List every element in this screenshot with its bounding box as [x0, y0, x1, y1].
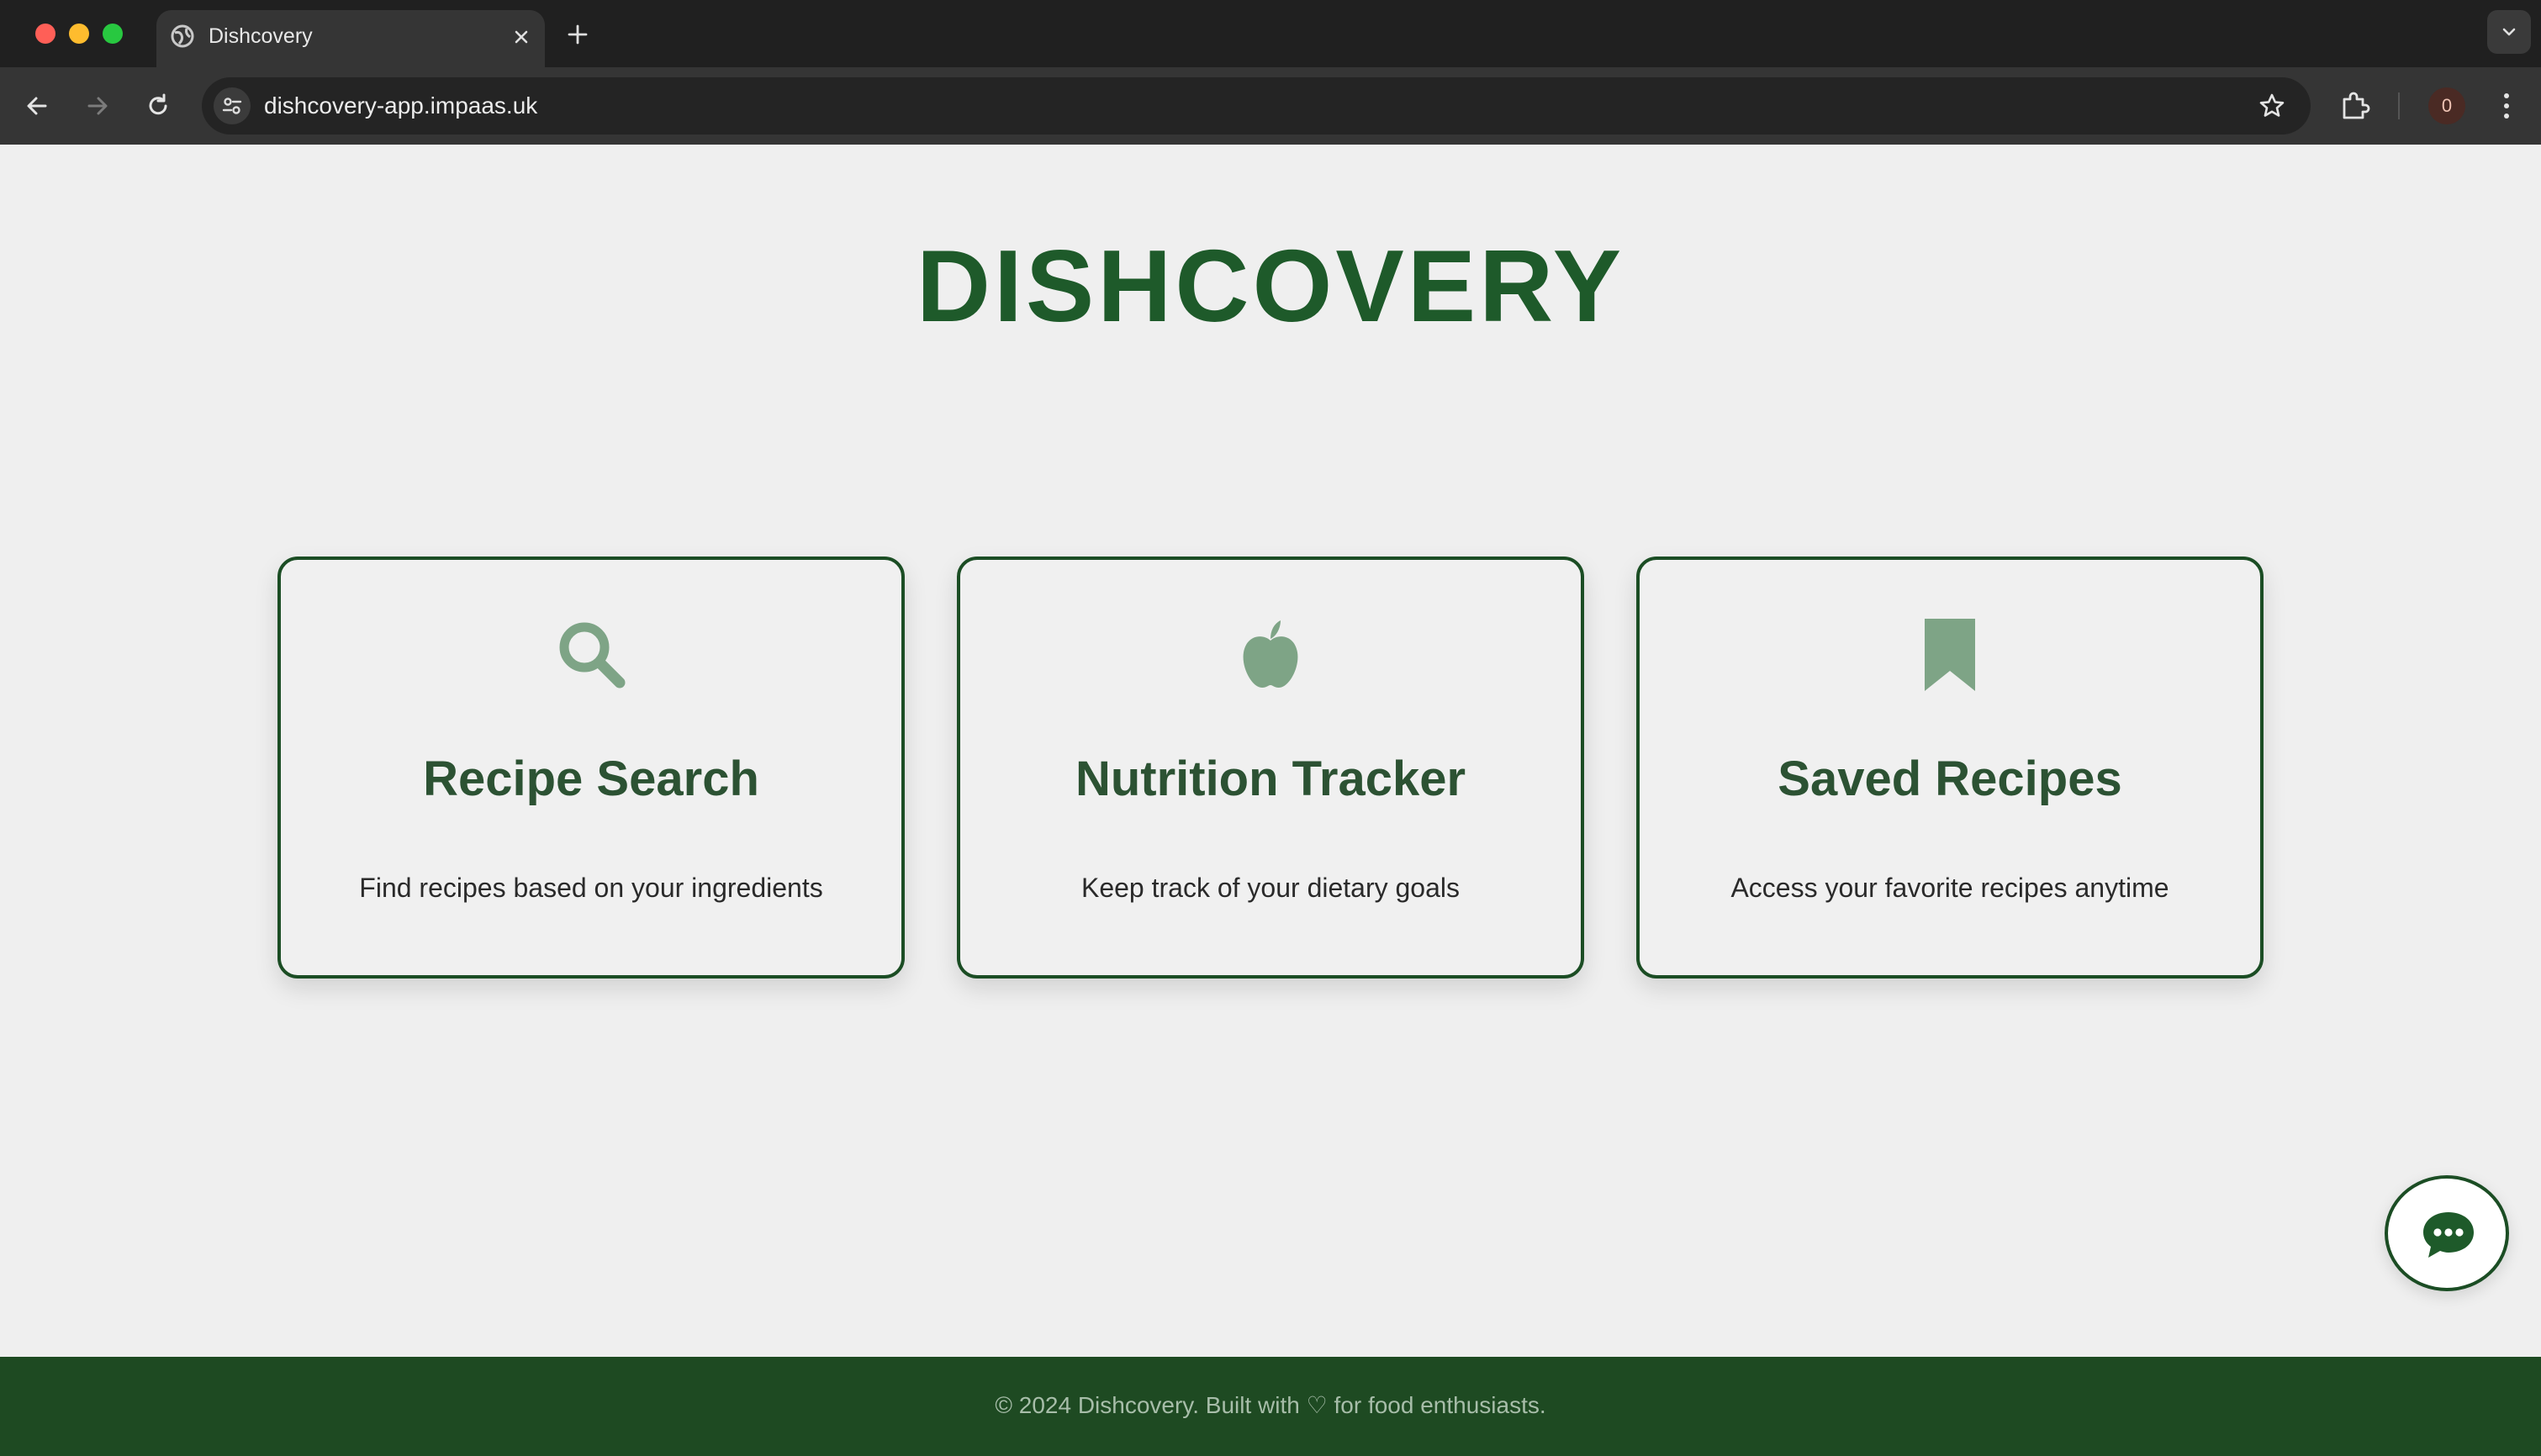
reload-icon[interactable]	[141, 89, 175, 123]
puzzle-icon[interactable]	[2338, 87, 2373, 123]
card-description: Access your favorite recipes anytime	[1730, 873, 2169, 903]
page-title: DISHCOVERY	[916, 229, 1625, 343]
footer: © 2024 Dishcovery. Built with ♡ for food…	[0, 1357, 2541, 1456]
card-nutrition-tracker[interactable]: Nutrition Tracker Keep track of your die…	[957, 557, 1584, 979]
globe-icon	[171, 24, 194, 48]
bookmark-icon	[1925, 619, 1975, 691]
site-settings-icon	[222, 98, 242, 114]
card-saved-recipes[interactable]: Saved Recipes Access your favorite recip…	[1636, 557, 2264, 979]
tab-search-button[interactable]	[2487, 10, 2531, 54]
chevron-down-icon	[2502, 28, 2516, 36]
window-minimize-button[interactable]	[69, 24, 89, 44]
url-text: dishcovery-app.impaas.uk	[264, 92, 538, 119]
chat-button[interactable]	[2385, 1175, 2509, 1291]
card-recipe-search[interactable]: Recipe Search Find recipes based on your…	[277, 557, 905, 979]
footer-copyright: © 2024 Dishcovery. Built with ♡ for food…	[995, 1392, 1546, 1418]
chat-bubble-icon	[2423, 1212, 2474, 1258]
address-bar[interactable]: dishcovery-app.impaas.uk	[202, 77, 2311, 135]
forward-arrow-icon[interactable]	[81, 89, 114, 123]
tab-title: Dishcovery	[209, 24, 313, 48]
toolbar-divider	[2398, 92, 2400, 119]
back-arrow-icon[interactable]	[20, 89, 54, 123]
profile-avatar[interactable]: 0	[2428, 87, 2465, 124]
card-title: Saved Recipes	[1778, 752, 2122, 806]
card-description: Keep track of your dietary goals	[1080, 873, 1460, 903]
kebab-menu-icon[interactable]	[2494, 87, 2519, 124]
card-description: Find recipes based on your ingredients	[359, 873, 823, 903]
card-title: Nutrition Tracker	[1075, 752, 1466, 806]
apple-icon	[1243, 620, 1298, 688]
close-icon[interactable]	[510, 25, 533, 49]
browser-tab-active[interactable]: Dishcovery	[156, 10, 545, 67]
browser-tab-strip: Dishcovery	[0, 0, 2541, 67]
site-info-button[interactable]	[214, 87, 251, 124]
star-icon[interactable]	[2257, 91, 2287, 121]
browser-toolbar: dishcovery-app.impaas.uk 0	[0, 67, 2541, 145]
search-icon	[559, 622, 626, 688]
window-maximize-button[interactable]	[103, 24, 123, 44]
plus-icon[interactable]	[563, 20, 592, 49]
card-title: Recipe Search	[423, 752, 759, 806]
window-close-button[interactable]	[35, 24, 55, 44]
